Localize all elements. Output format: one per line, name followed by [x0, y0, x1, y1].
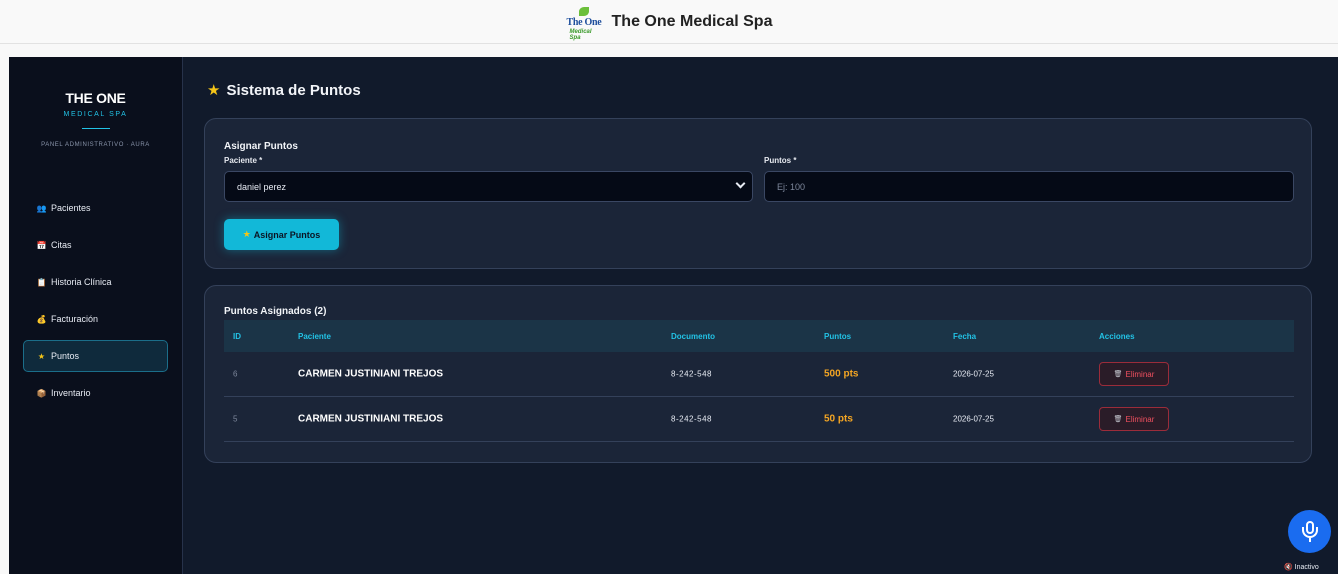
delete-button[interactable]: 🗑 Eliminar — [1099, 362, 1169, 386]
box-icon: 📦 — [36, 388, 47, 398]
sidebar-item-inventario[interactable]: 📦 Inventario — [23, 377, 168, 409]
column-header-id: ID — [233, 331, 241, 341]
sidebar-item-label: Citas — [51, 240, 72, 250]
chevron-down-icon — [735, 178, 746, 189]
delete-button[interactable]: 🗑 Eliminar — [1099, 407, 1169, 431]
star-icon: ★ — [207, 82, 221, 99]
delete-button-label: Eliminar — [1125, 414, 1155, 424]
sidebar-item-label: Inventario — [51, 388, 91, 398]
assign-points-heading: Asignar Puntos — [224, 141, 298, 152]
sidebar-item-label: Historia Clínica — [51, 277, 112, 287]
voice-status: 🔇 Inactivo — [1284, 563, 1319, 571]
cell-documento: 8-242-548 — [671, 369, 712, 379]
points-input-placeholder: Ej: 100 — [777, 181, 806, 192]
cell-id: 5 — [233, 414, 238, 424]
patient-select[interactable]: daniel perez — [224, 171, 753, 202]
cell-paciente: CARMEN JUSTINIANI TREJOS — [298, 413, 444, 425]
star-icon: ★ — [37, 351, 46, 361]
voice-status-text: Inactivo — [1294, 564, 1319, 571]
assigned-points-card: Puntos Asignados (2) ID Paciente Documen… — [204, 285, 1312, 463]
sidebar-panel-label: PANEL ADMINISTRATIVO · AURA — [41, 142, 150, 148]
app-container: THE ONE MEDICAL SPA PANEL ADMINISTRATIVO… — [9, 57, 1338, 574]
sidebar-item-historia-clinica[interactable]: 📋 Historia Clínica — [23, 266, 168, 298]
cell-id: 6 — [233, 369, 238, 379]
sidebar-divider — [81, 128, 110, 129]
column-header-acciones: Acciones — [1099, 331, 1135, 341]
column-header-documento: Documento — [671, 331, 715, 341]
users-icon: 👥 — [36, 203, 47, 213]
sidebar-item-puntos[interactable]: ★ Puntos — [23, 340, 168, 372]
sidebar-brand-subtitle: MEDICAL SPA — [63, 111, 128, 118]
cell-documento: 8-242-548 — [671, 414, 712, 424]
column-header-fecha: Fecha — [953, 331, 977, 341]
sidebar: THE ONE MEDICAL SPA PANEL ADMINISTRATIVO… — [9, 57, 183, 574]
sidebar-brand: THE ONE MEDICAL SPA PANEL ADMINISTRATIVO… — [9, 90, 182, 148]
trash-icon: 🗑 — [1113, 371, 1123, 378]
sidebar-menu: 👥 Pacientes 📅 Citas 📋 Historia Clínica 💰… — [23, 192, 168, 414]
brand-logo: The One Medical Spa — [566, 5, 602, 41]
assign-points-button-label: Asignar Puntos — [253, 229, 321, 240]
top-bar: The One Medical Spa The One Medical Spa — [0, 0, 1338, 44]
speaker-muted-icon: 🔇 — [1284, 564, 1293, 571]
microphone-icon — [1301, 520, 1319, 543]
points-table: ID Paciente Documento Puntos Fecha Accio… — [224, 320, 1294, 442]
trash-icon: 🗑 — [1113, 416, 1123, 423]
logo-text-bottom: Medical Spa — [569, 28, 592, 41]
column-header-paciente: Paciente — [298, 331, 331, 341]
cell-puntos: 50 pts — [824, 413, 853, 425]
calendar-icon: 📅 — [36, 240, 47, 250]
points-input[interactable]: Ej: 100 — [764, 171, 1294, 202]
table-row: 5 CARMEN JUSTINIANI TREJOS 8-242-548 50 … — [224, 397, 1294, 442]
table-header: ID Paciente Documento Puntos Fecha Accio… — [224, 320, 1294, 352]
cell-puntos: 500 pts — [824, 368, 859, 380]
voice-assistant-button[interactable] — [1288, 510, 1331, 553]
assign-points-card: Asignar Puntos Paciente * daniel perez P… — [204, 118, 1312, 269]
delete-button-label: Eliminar — [1125, 369, 1155, 379]
sidebar-item-pacientes[interactable]: 👥 Pacientes — [23, 192, 168, 224]
sidebar-item-label: Facturación — [51, 314, 99, 324]
sidebar-item-label: Puntos — [51, 351, 80, 361]
sidebar-item-label: Pacientes — [51, 203, 91, 213]
assigned-points-heading: Puntos Asignados (2) — [224, 306, 327, 317]
money-bag-icon: 💰 — [36, 314, 47, 324]
page-title-text: Sistema de Puntos — [226, 81, 361, 99]
patient-select-value: daniel perez — [237, 181, 287, 192]
sidebar-item-citas[interactable]: 📅 Citas — [23, 229, 168, 261]
cell-paciente: CARMEN JUSTINIANI TREJOS — [298, 368, 444, 380]
logo-text-top: The One — [566, 16, 602, 28]
cell-fecha: 2026-07-25 — [953, 369, 994, 379]
page-title: ★ Sistema de Puntos — [207, 81, 361, 100]
sidebar-item-facturacion[interactable]: 💰 Facturación — [23, 303, 168, 335]
cell-fecha: 2026-07-25 — [953, 414, 994, 424]
assign-points-button[interactable]: ★ Asignar Puntos — [224, 219, 339, 250]
app-title: The One Medical Spa — [611, 12, 773, 30]
column-header-puntos: Puntos — [824, 331, 852, 341]
clipboard-icon: 📋 — [36, 277, 47, 287]
star-icon: ★ — [242, 229, 251, 239]
table-row: 6 CARMEN JUSTINIANI TREJOS 8-242-548 500… — [224, 352, 1294, 397]
patient-label: Paciente * — [224, 156, 263, 165]
sidebar-brand-title: THE ONE — [65, 90, 126, 106]
leaf-icon — [578, 6, 589, 16]
points-label: Puntos * — [764, 156, 797, 165]
